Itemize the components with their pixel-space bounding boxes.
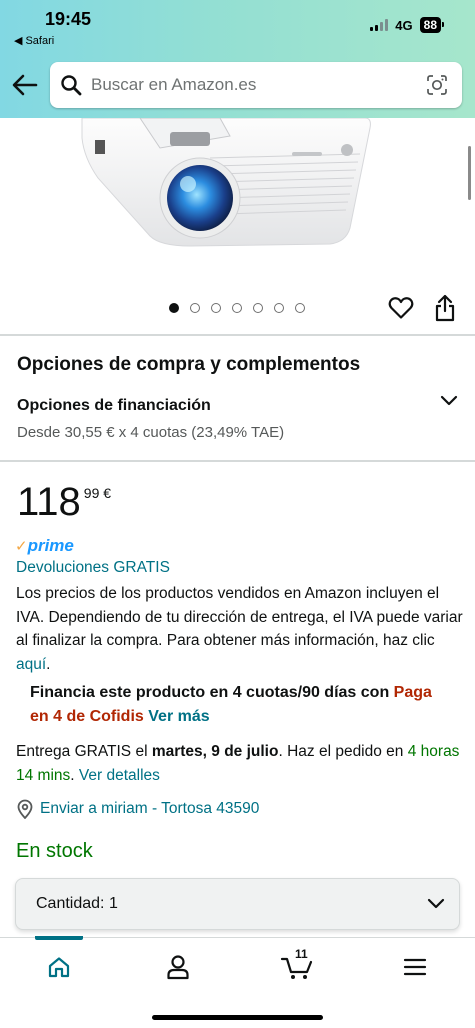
- section-divider: [0, 334, 475, 336]
- prime-check-icon: ✓: [15, 538, 28, 555]
- back-arrow-icon[interactable]: [12, 74, 38, 96]
- stock-status: En stock: [16, 840, 93, 862]
- search-icon: [61, 75, 82, 96]
- financing-promo-text: Financia este producto en 4 cuotas/90 dí…: [30, 684, 394, 701]
- chevron-down-icon: [427, 898, 445, 909]
- nav-cart[interactable]: 11: [277, 947, 317, 982]
- vat-notice-text: Los precios de los productos vendidos en…: [16, 585, 463, 649]
- camera-search-icon[interactable]: [426, 74, 448, 96]
- header: 19:45 ◀ Safari 4G 88 Buscar en Amazon.es: [0, 0, 475, 118]
- product-image[interactable]: [80, 118, 380, 258]
- vat-notice: Los precios de los productos vendidos en…: [16, 582, 466, 676]
- gallery-dot[interactable]: [190, 303, 200, 313]
- account-icon: [167, 955, 189, 980]
- nav-account[interactable]: [158, 952, 198, 982]
- signal-icon: [370, 19, 389, 31]
- scrollbar[interactable]: [468, 146, 471, 200]
- free-returns-link[interactable]: Devoluciones GRATIS: [16, 559, 170, 577]
- bottom-nav: 11: [0, 936, 475, 1028]
- active-tab-indicator: [35, 936, 83, 940]
- financing-options-title[interactable]: Opciones de financiación: [17, 397, 211, 415]
- financing-options-detail[interactable]: Desde 30,55 € x 4 cuotas (23,49% TAE): [17, 424, 284, 441]
- prime-label: prime: [27, 536, 74, 555]
- gallery-dot[interactable]: [253, 303, 263, 313]
- status-indicators: 4G 88: [370, 17, 445, 33]
- quantity-select[interactable]: Cantidad: 1: [15, 878, 460, 930]
- delivery-date: martes, 9 de julio: [151, 743, 279, 760]
- gallery-dot[interactable]: [232, 303, 242, 313]
- back-to-app[interactable]: ◀ Safari: [14, 34, 55, 48]
- back-app-label: Safari: [25, 34, 55, 47]
- share-icon[interactable]: [433, 294, 457, 322]
- prime-badge: ✓ prime: [15, 536, 74, 556]
- battery-icon: 88: [419, 17, 445, 33]
- purchase-options-title: Opciones de compra y complementos: [17, 354, 361, 375]
- chevron-down-icon[interactable]: [440, 394, 458, 408]
- quantity-value: 1: [108, 895, 118, 912]
- quantity-label-text: Cantidad:: [36, 895, 105, 912]
- price: 118 99 €: [17, 480, 111, 524]
- ship-to-label: Enviar a miriam - Tortosa 43590: [40, 800, 260, 817]
- delivery-info: Entrega GRATIS el martes, 9 de julio. Ha…: [16, 740, 466, 787]
- gallery-dot[interactable]: [169, 303, 179, 313]
- cart-count: 11: [295, 947, 308, 961]
- financing-promo: Financia este producto en 4 cuotas/90 dí…: [30, 681, 450, 728]
- gallery-dot[interactable]: [211, 303, 221, 313]
- section-divider: [0, 460, 475, 462]
- search-placeholder: Buscar en Amazon.es: [91, 75, 257, 94]
- back-triangle-icon: ◀: [14, 35, 23, 47]
- nav-menu[interactable]: [395, 952, 435, 982]
- home-indicator[interactable]: [152, 1015, 323, 1020]
- status-time: 19:45: [45, 9, 92, 29]
- nav-home[interactable]: [39, 952, 79, 982]
- delivery-middle: . Haz el pedido en: [278, 743, 408, 760]
- delivery-sep: .: [70, 766, 79, 784]
- product-gallery[interactable]: [0, 118, 475, 334]
- vat-notice-link[interactable]: aquí: [16, 656, 46, 673]
- network-label: 4G: [395, 17, 413, 33]
- quantity-label: Cantidad: 1: [36, 895, 427, 913]
- price-whole: 118: [17, 480, 81, 524]
- search-input[interactable]: Buscar en Amazon.es: [50, 62, 462, 108]
- ship-to-link[interactable]: Enviar a miriam - Tortosa 43590: [16, 799, 259, 819]
- gallery-dot[interactable]: [274, 303, 284, 313]
- vat-notice-end: .: [46, 655, 51, 673]
- delivery-details-link[interactable]: Ver detalles: [79, 767, 160, 784]
- location-pin-icon: [17, 799, 33, 819]
- ver-mas-link[interactable]: Ver más: [148, 708, 209, 725]
- delivery-prefix: Entrega GRATIS el: [16, 743, 152, 760]
- home-icon: [48, 957, 70, 978]
- menu-icon: [403, 958, 427, 976]
- gallery-dot[interactable]: [295, 303, 305, 313]
- gallery-pagination[interactable]: [169, 303, 305, 313]
- heart-icon[interactable]: [388, 296, 414, 320]
- price-fraction: 99 €: [83, 485, 112, 501]
